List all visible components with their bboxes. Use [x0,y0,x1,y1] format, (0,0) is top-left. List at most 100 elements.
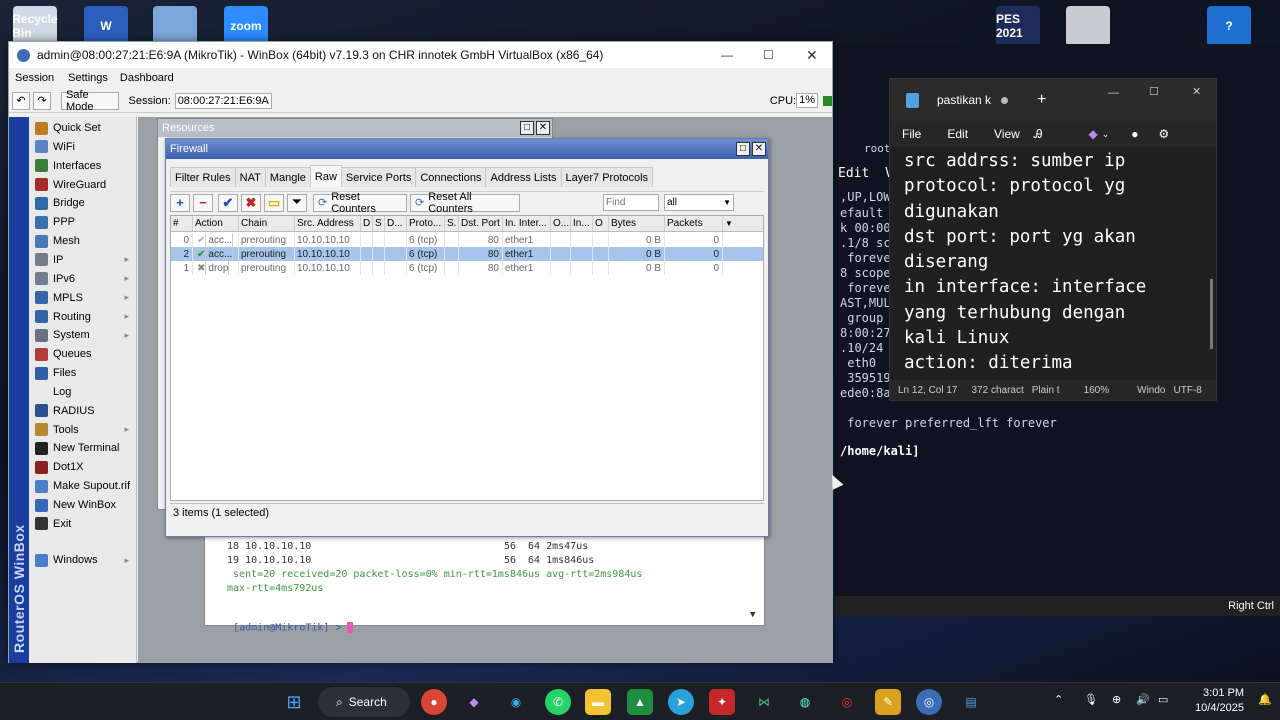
column-header[interactable]: O [593,216,609,231]
session-value[interactable]: 08:00:27:21:E6:9A [174,92,272,109]
sidebar-item-wifi[interactable]: WiFi [31,138,135,156]
maximize-icon[interactable]: □ [520,121,534,135]
app-red-icon[interactable]: ✦ [709,689,735,715]
column-header[interactable]: S [373,216,385,231]
scroll-down-icon[interactable]: ▼ [750,610,755,620]
column-header[interactable]: Proto... [407,216,445,231]
app-icon[interactable]: ▲ [627,689,653,715]
notepad-task-icon[interactable]: ▤ [958,689,984,715]
winbox-task-icon[interactable]: ◎ [916,689,942,715]
maximize-icon[interactable]: □ [736,142,750,156]
sidebar-item-ppp[interactable]: PPP [31,213,135,231]
language-icon[interactable]: ⊕ [1112,693,1121,706]
notepad-tab[interactable]: pastikan k [937,85,1027,115]
tab-connections[interactable]: Connections [415,167,487,187]
telegram-icon[interactable]: ➤ [668,689,694,715]
word-icon[interactable]: W [84,6,128,46]
menu-session[interactable]: Session [9,72,60,84]
column-header[interactable]: S. [445,216,459,231]
table-row[interactable]: 0 ✔ acc... prerouting 10.10.10.10 6 (tcp) 80 e… [171,233,763,247]
sidebar-item-windows[interactable]: Windows ▸ [31,551,135,569]
sidebar-item-queues[interactable]: Queues [31,345,135,363]
find-input[interactable] [603,194,659,211]
table-row[interactable]: 2 ✔ acc... prerouting 10.10.10.10 6 (tcp) 80 e… [171,247,763,261]
tab-filter-rules[interactable]: Filter Rules [170,167,236,187]
sidebar-item-bridge[interactable]: Bridge [31,194,135,212]
sidebar-item-mesh[interactable]: Mesh [31,232,135,250]
tab-address-lists[interactable]: Address Lists [485,167,562,187]
menu-edit[interactable]: Edit [947,127,968,141]
sidebar-item-radius[interactable]: RADIUS [31,402,135,420]
gamepad-icon[interactable] [1066,6,1110,46]
firewall-window[interactable]: Firewall □ ✕ Filter Rules NAT Mangle Raw Ser… [165,138,769,537]
whatsapp-icon[interactable]: ✆ [545,689,571,715]
notepad-scrollbar[interactable] [1210,279,1213,349]
menu-dashboard[interactable]: Dashboard [114,72,180,84]
network-icon[interactable] [153,6,197,46]
tab-service-ports[interactable]: Service Ports [340,167,417,187]
menu-settings[interactable]: Settings [62,72,114,84]
mic-icon[interactable]: 🎙 [1084,693,1098,706]
new-tab-button[interactable]: + [1037,91,1046,109]
column-header[interactable]: In... [571,216,593,231]
zoom-icon[interactable]: zoom [224,6,268,46]
column-header[interactable]: Dst. Port [459,216,503,231]
tab-raw[interactable]: Raw [309,165,342,187]
paint-icon[interactable]: ✎ [875,689,901,715]
remove-icon[interactable]: − [193,193,213,212]
pes-icon[interactable]: PES 2021 [996,6,1040,46]
maximize-icon[interactable]: ☐ [763,48,774,62]
battery-icon[interactable]: ▭ [1158,693,1168,706]
sidebar-item-tools[interactable]: Tools ▸ [31,421,135,439]
close-icon[interactable]: ✕ [752,142,766,156]
copilot-icon[interactable]: ◆ [1089,127,1098,141]
recorder-icon[interactable]: ◎ [834,689,860,715]
maps-icon[interactable]: ◍ [792,689,818,715]
menu-view[interactable]: View [994,127,1020,141]
column-header[interactable]: Bytes [609,216,665,231]
clock[interactable]: 3:01 PM 10/4/2025 [1188,686,1244,716]
disable-icon[interactable]: ✖ [241,193,261,212]
redo-button[interactable]: ↷ [33,91,51,110]
sidebar-item-mpls[interactable]: MPLS ▸ [31,289,135,307]
recycle-bin-icon[interactable]: Recycle Bin [12,6,58,46]
sidebar-item-log[interactable]: Log [31,383,135,401]
help-icon[interactable]: ? [1207,6,1251,46]
reset-counters-button[interactable]: ⟳ Reset Counters [313,191,407,215]
sidebar-item-system[interactable]: System ▸ [31,326,135,344]
menu-file[interactable]: File [902,127,921,141]
close-icon[interactable]: ✕ [536,121,550,135]
chevron-down-icon[interactable]: ⌄ [1102,129,1110,140]
volume-icon[interactable]: 🔊 [1136,693,1150,706]
search-box[interactable]: ⌕ Search [318,687,410,717]
tab-mangle[interactable]: Mangle [264,167,311,187]
sidebar-item-exit[interactable]: Exit [31,515,135,533]
sidebar-item-ipv6[interactable]: IPv6 ▸ [31,270,135,288]
sidebar-item-interfaces[interactable]: Interfaces [31,157,135,175]
sidebar-item-new-winbox[interactable]: New WinBox [31,496,135,514]
sidebar-item-quick-set[interactable]: Quick Set [31,119,135,137]
column-menu-icon[interactable]: ▼ [723,216,733,231]
table-row[interactable]: 1 ✖ drop prerouting 10.10.10.10 6 (tcp) 80 eth… [171,261,763,275]
sidebar-item-wireguard[interactable]: WireGuard [31,176,135,194]
sidebar-item-routing[interactable]: Routing ▸ [31,308,135,326]
edge-icon[interactable]: ◉ [503,689,529,715]
format-icon[interactable]: Ꭿ [1034,127,1043,142]
close-icon[interactable]: ✕ [806,47,818,64]
sidebar-item-ip[interactable]: IP ▸ [31,251,135,269]
column-header[interactable]: O... [551,216,571,231]
tab-layer7-protocols[interactable]: Layer7 Protocols [560,167,654,187]
file-explorer-icon[interactable]: ▬ [585,689,611,715]
chrome-icon[interactable]: ● [421,689,447,715]
column-header[interactable]: D [361,216,373,231]
sidebar-item-make-supout-rif[interactable]: Make Supout.rif [31,477,135,495]
enable-icon[interactable]: ✔ [218,193,238,212]
tray-chevron-icon[interactable]: ⌃ [1054,693,1063,706]
safe-mode-button[interactable]: Safe Mode [61,89,120,113]
gear-icon[interactable]: ⚙ [1159,127,1170,141]
sidebar-item-files[interactable]: Files [31,364,135,382]
minimize-icon[interactable]: — [721,48,733,62]
sidebar-item-new-terminal[interactable]: New Terminal [31,439,135,457]
column-header[interactable]: Src. Address [295,216,361,231]
vscode-like-icon[interactable]: ⋈ [751,689,777,715]
